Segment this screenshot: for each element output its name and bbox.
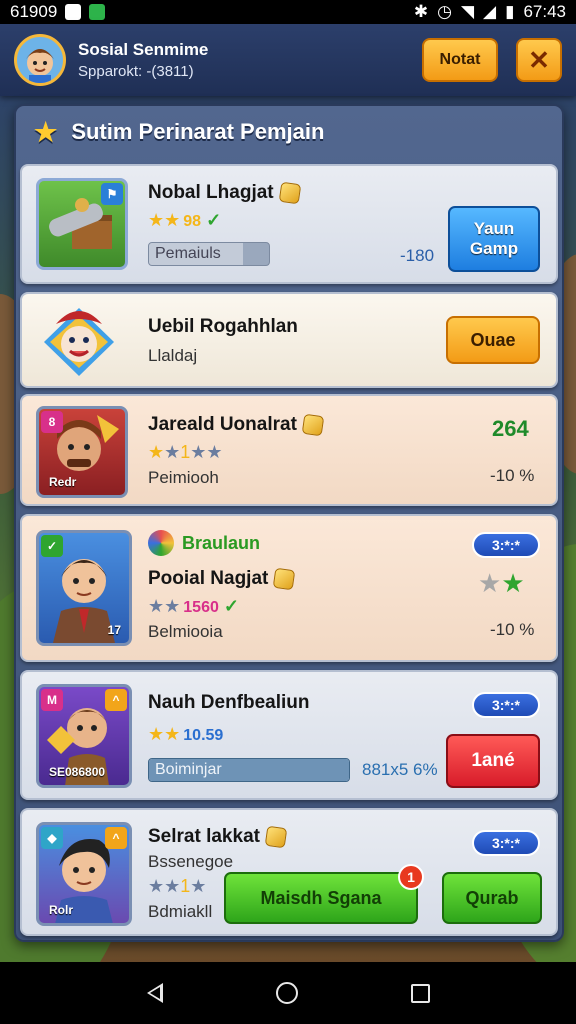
item-title: Selrat lakkat	[148, 825, 288, 849]
panel-title: Sutim Perinarat Pemjain	[71, 119, 325, 144]
thumb-label: 17	[107, 623, 121, 637]
join-game-button[interactable]: Yaun Gamp	[448, 206, 540, 272]
item-title: Uebil Rogahhlan	[148, 316, 298, 337]
item-progress-bar: Pemaiuls	[148, 242, 270, 266]
item-corner-badge: M	[41, 689, 63, 711]
item-thumbnail	[36, 302, 122, 382]
star-icon: ★	[34, 116, 58, 147]
battery-icon: ▮	[505, 2, 515, 21]
item-rating: ★★ 1560 ✓	[148, 596, 239, 616]
close-icon: ✕	[528, 44, 550, 75]
gem-icon	[301, 413, 325, 437]
list-item[interactable]: ✓ 17 Braulaun Pooial Nagjat ★★ 1560 ✓ Bel…	[20, 514, 558, 662]
item-rating: ★★1★	[148, 876, 207, 896]
item-rating: ★★ 98 ✓	[148, 210, 222, 230]
thumb-label: Redr	[49, 475, 77, 489]
user-avatar[interactable]	[14, 34, 66, 86]
back-icon[interactable]	[146, 983, 163, 1003]
gem-icon	[273, 567, 296, 591]
list-item[interactable]: Uebil Rogahhlan Llaldaj Ouae	[20, 292, 558, 388]
status-bar: 61909 ✱ ◷ ◥ ◢ ▮ 67:43	[0, 0, 576, 24]
item-progress-bar: Boiminjar	[148, 758, 350, 782]
photo-icon	[65, 4, 82, 20]
top-bar: Sosial Senmime Spparokt: -(3811) Notat ✕	[0, 24, 576, 96]
item-percent: -10 %	[490, 466, 535, 485]
red-action-button[interactable]: 1ané	[446, 734, 540, 788]
item-corner-badge: ⚑	[101, 183, 123, 205]
item-corner-badge: 8	[41, 411, 63, 433]
item-thumbnail: 8 Redr	[36, 406, 128, 498]
item-corner-badge: ^	[105, 689, 127, 711]
user-name: Sosial Senmime	[78, 40, 209, 59]
item-thumbnail: ✓ 17	[36, 530, 132, 646]
user-avatar-face-icon	[26, 49, 54, 83]
rating-pill: 3:*:*	[472, 830, 540, 856]
wifi-icon: ◥	[460, 2, 475, 21]
item-thumbnail: M ^ SE086800	[36, 684, 132, 788]
rating-stars-icon: ★★	[478, 568, 525, 598]
home-icon[interactable]	[275, 982, 298, 1004]
item-corner-badge: ^	[105, 827, 127, 849]
item-title: Nobal Lhagjat	[148, 181, 301, 205]
signal-icon: ◢	[483, 2, 497, 21]
item-score: 264	[492, 416, 529, 441]
qurab-button[interactable]: Qurab	[442, 872, 542, 924]
alarm-icon: ◷	[437, 2, 452, 21]
item-thumbnail: ◆ ^ Rolr	[36, 822, 132, 926]
panel-header: ★ Sutim Perinarat Pemjain	[16, 106, 562, 158]
thumb-label: Rolr	[49, 903, 73, 917]
check-icon: ✓	[223, 596, 239, 616]
item-corner-badge: ◆	[41, 827, 63, 849]
close-button[interactable]: ✕	[516, 38, 562, 82]
notification-badge: 1	[398, 864, 424, 890]
item-title: Pooial Nagjat	[148, 567, 296, 591]
check-icon: ✓	[206, 210, 222, 230]
list-item[interactable]: M ^ SE086800 Nauh Denfbealiun ★★ 10.59 Bo…	[20, 670, 558, 800]
bluetooth-icon: ✱	[413, 2, 429, 21]
list-item[interactable]: ◆ ^ Rolr Selrat lakkat Bssenegoe ★★1★ Bd…	[20, 808, 558, 936]
item-percent: -10 %	[490, 620, 535, 639]
item-title: Jareald Uonalrat	[148, 413, 325, 437]
item-subtitle: Peimiooh	[148, 468, 219, 487]
item-tag: Braulaun	[148, 530, 260, 556]
item-corner-badge: ✓	[41, 535, 63, 557]
user-subtitle: Spparokt: -(3811)	[78, 63, 194, 80]
item-subtitle: Llaldaj	[148, 346, 198, 365]
status-time-left: 61909	[10, 2, 58, 21]
clock: 67:43	[523, 2, 566, 21]
item-title: Nauh Denfbealiun	[148, 692, 310, 713]
gem-icon	[264, 825, 288, 849]
ouae-button[interactable]: Ouae	[446, 316, 540, 364]
match-button[interactable]: Maisdh Sgana	[224, 872, 418, 924]
item-subtitle: Bssenegoe	[148, 852, 234, 871]
rating-pill: 3:*:*	[472, 692, 540, 718]
rainbow-orb-icon	[148, 530, 174, 556]
system-nav-bar	[0, 962, 576, 1024]
item-thumbnail: ⚑	[36, 178, 128, 270]
item-subtitle-2: Bdmiakll	[148, 902, 213, 921]
recent-apps-icon[interactable]	[410, 983, 430, 1003]
item-subtitle: Belmiooia	[148, 622, 223, 641]
notat-button[interactable]: Notat	[422, 38, 498, 82]
gem-icon	[278, 181, 301, 205]
item-percent: 881x5 6%	[362, 760, 438, 779]
item-rating: ★★1★★	[148, 442, 223, 462]
list-item[interactable]: 8 Redr Jareald Uonalrat ★★1★★ Peimiooh 2…	[20, 394, 558, 506]
player-list-panel: ★ Sutim Perinarat Pemjain ⚑ Nobal Lhagja…	[14, 104, 564, 942]
app-notification-icon	[89, 4, 106, 20]
rating-pill: 3:*:*	[472, 532, 540, 558]
item-value: -180	[400, 246, 435, 265]
thumb-label: SE086800	[49, 765, 106, 779]
jester-face-icon	[44, 308, 114, 376]
list-item[interactable]: ⚑ Nobal Lhagjat ★★ 98 ✓ Pemaiuls -180 Yau…	[20, 164, 558, 284]
item-rating: ★★ 10.59	[148, 724, 224, 744]
